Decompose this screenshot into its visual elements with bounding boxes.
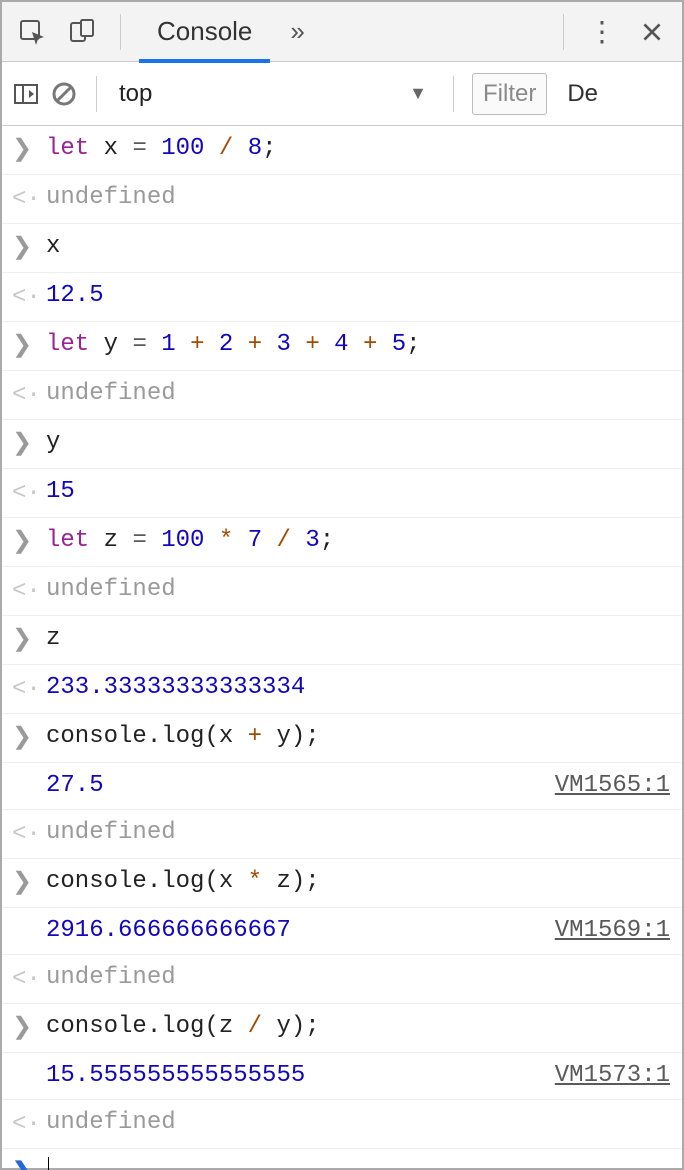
row-content: let z = 100 * 7 / 3; xyxy=(46,526,670,556)
console-row[interactable]: ❯console.log(z / y); xyxy=(2,1004,682,1053)
console-row[interactable]: ❯y xyxy=(2,420,682,469)
row-content: undefined xyxy=(46,183,670,213)
source-link[interactable]: VM1565:1 xyxy=(545,771,670,801)
output-prompt-icon: <· xyxy=(12,673,46,705)
row-content: x xyxy=(46,232,670,262)
output-prompt-icon: <· xyxy=(12,379,46,411)
console-row[interactable]: <·233.33333333333334 xyxy=(2,665,682,714)
inspect-element-icon[interactable] xyxy=(12,12,52,52)
source-link[interactable]: VM1569:1 xyxy=(545,916,670,946)
console-row[interactable]: ❯x xyxy=(2,224,682,273)
log-gutter xyxy=(12,771,46,773)
tab-label: Console xyxy=(157,16,252,47)
live-prompt-icon: ❯ xyxy=(12,1157,46,1170)
console-row[interactable]: <·15 xyxy=(2,469,682,518)
row-content: y xyxy=(46,428,670,458)
console-row[interactable]: 27.5VM1565:1 xyxy=(2,763,682,810)
row-content: 12.5 xyxy=(46,281,670,311)
device-toggle-icon[interactable] xyxy=(62,12,102,52)
execution-context-select[interactable]: top ▼ xyxy=(115,74,435,114)
row-content xyxy=(46,1157,670,1170)
row-content: undefined xyxy=(46,963,670,993)
row-content: 15 xyxy=(46,477,670,507)
output-prompt-icon: <· xyxy=(12,477,46,509)
source-link[interactable]: VM1573:1 xyxy=(545,1061,670,1091)
row-content: undefined xyxy=(46,1108,670,1138)
input-prompt-icon: ❯ xyxy=(12,134,46,166)
input-prompt-icon: ❯ xyxy=(12,722,46,754)
console-row[interactable]: <·12.5 xyxy=(2,273,682,322)
input-prompt-icon: ❯ xyxy=(12,330,46,362)
context-label: top xyxy=(119,80,152,108)
input-prompt-icon: ❯ xyxy=(12,867,46,899)
console-row[interactable]: ❯console.log(x + y); xyxy=(2,714,682,763)
row-content: undefined xyxy=(46,379,670,409)
log-gutter xyxy=(12,1061,46,1063)
console-subtoolbar: top ▼ Filter De xyxy=(2,62,682,126)
row-content: 15.555555555555555 xyxy=(46,1061,545,1091)
output-prompt-icon: <· xyxy=(12,1108,46,1140)
subbar-separator xyxy=(453,76,454,112)
console-row[interactable]: <·undefined xyxy=(2,1100,682,1149)
toggle-sidebar-icon[interactable] xyxy=(12,80,40,108)
output-prompt-icon: <· xyxy=(12,963,46,995)
toolbar-separator xyxy=(563,14,564,50)
console-row[interactable]: <·undefined xyxy=(2,371,682,420)
devtools-toolbar: Console » ⋮ xyxy=(2,2,682,62)
row-content: undefined xyxy=(46,575,670,605)
row-content: z xyxy=(46,624,670,654)
filter-placeholder: Filter xyxy=(483,80,536,108)
row-content: 233.33333333333334 xyxy=(46,673,670,703)
output-prompt-icon: <· xyxy=(12,818,46,850)
console-row[interactable]: ❯console.log(x * z); xyxy=(2,859,682,908)
log-levels-label: De xyxy=(557,80,598,108)
input-prompt-icon: ❯ xyxy=(12,624,46,656)
input-prompt-icon: ❯ xyxy=(12,1012,46,1044)
log-gutter xyxy=(12,916,46,918)
toolbar-separator xyxy=(120,14,121,50)
dropdown-caret-icon: ▼ xyxy=(409,83,427,104)
input-cursor xyxy=(48,1157,49,1170)
console-row[interactable]: ❯let z = 100 * 7 / 3; xyxy=(2,518,682,567)
output-prompt-icon: <· xyxy=(12,575,46,607)
input-prompt-icon: ❯ xyxy=(12,428,46,460)
input-prompt-icon: ❯ xyxy=(12,232,46,264)
clear-console-icon[interactable] xyxy=(50,80,78,108)
tab-console[interactable]: Console xyxy=(139,2,270,62)
filter-input[interactable]: Filter xyxy=(472,73,547,115)
console-row[interactable]: 15.555555555555555VM1573:1 xyxy=(2,1053,682,1100)
row-content: console.log(x * z); xyxy=(46,867,670,897)
console-row[interactable]: <·undefined xyxy=(2,175,682,224)
output-prompt-icon: <· xyxy=(12,183,46,215)
row-content: console.log(z / y); xyxy=(46,1012,670,1042)
console-row[interactable]: <·undefined xyxy=(2,567,682,616)
input-prompt-icon: ❯ xyxy=(12,526,46,558)
row-content: undefined xyxy=(46,818,670,848)
row-content: 27.5 xyxy=(46,771,545,801)
console-row[interactable]: ❯let x = 100 / 8; xyxy=(2,126,682,175)
console-row[interactable]: 2916.666666666667VM1569:1 xyxy=(2,908,682,955)
console-row[interactable]: ❯let y = 1 + 2 + 3 + 4 + 5; xyxy=(2,322,682,371)
console-row[interactable]: <·undefined xyxy=(2,955,682,1004)
row-content: console.log(x + y); xyxy=(46,722,670,752)
row-content: let y = 1 + 2 + 3 + 4 + 5; xyxy=(46,330,670,360)
row-content: let x = 100 / 8; xyxy=(46,134,670,164)
console-row[interactable]: ❯ xyxy=(2,1149,682,1170)
tabs-overflow-icon[interactable]: » xyxy=(280,16,298,47)
console-row[interactable]: <·undefined xyxy=(2,810,682,859)
console-row[interactable]: ❯z xyxy=(2,616,682,665)
close-devtools-icon[interactable] xyxy=(632,12,672,52)
subbar-separator xyxy=(96,76,97,112)
settings-menu-icon[interactable]: ⋮ xyxy=(582,12,622,52)
console-output[interactable]: ❯let x = 100 / 8;<·undefined❯x<·12.5❯let… xyxy=(2,126,682,1170)
row-content: 2916.666666666667 xyxy=(46,916,545,946)
output-prompt-icon: <· xyxy=(12,281,46,313)
